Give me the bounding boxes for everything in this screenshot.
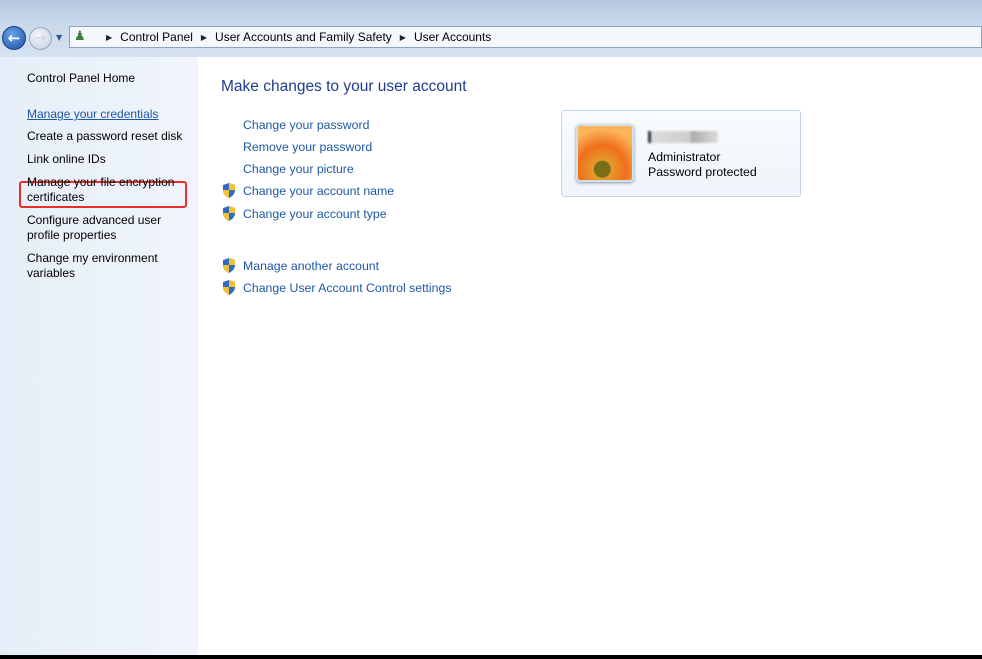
back-button[interactable]: ← (2, 26, 26, 50)
recent-pages-dropdown[interactable]: ▼ (56, 33, 62, 42)
uac-shield-icon (223, 280, 235, 295)
account-name-blurred (648, 131, 718, 146)
page-title: Make changes to your user account (221, 78, 467, 95)
change-picture-link[interactable]: Change your picture (243, 162, 354, 176)
account-status: Password protected (648, 165, 757, 179)
change-account-name-link[interactable]: Change your account name (243, 184, 394, 198)
address-bar[interactable]: ♟ ▶ Control Panel ▶ User Accounts and Fa… (69, 26, 982, 48)
chevron-right-icon[interactable]: ▶ (400, 33, 406, 42)
sidebar-link-online-ids[interactable]: Link online IDs (27, 152, 192, 167)
breadcrumb-user-accounts[interactable]: User Accounts (414, 30, 491, 44)
uac-shield-icon (223, 258, 235, 273)
chevron-right-icon[interactable]: ▶ (106, 33, 112, 42)
forward-button[interactable]: → (29, 27, 52, 50)
breadcrumb-user-accounts-family-safety[interactable]: User Accounts and Family Safety (215, 30, 392, 44)
remove-password-link[interactable]: Remove your password (243, 140, 372, 154)
manage-another-account-link[interactable]: Manage another account (243, 259, 379, 273)
sidebar-file-encryption[interactable]: Manage your file encryption certificates (27, 175, 187, 205)
sidebar-manage-credentials[interactable]: Manage your credentials (27, 107, 192, 122)
account-role: Administrator (648, 150, 721, 164)
user-accounts-icon: ♟ (74, 29, 86, 44)
uac-shield-icon (223, 183, 235, 198)
bottom-border (0, 655, 982, 659)
breadcrumb-control-panel[interactable]: Control Panel (120, 30, 193, 44)
sidebar: Control Panel Home Manage your credentia… (0, 57, 198, 655)
sidebar-create-password-reset-disk[interactable]: Create a password reset disk (27, 129, 192, 144)
main-content: Make changes to your user account Change… (198, 57, 982, 655)
sidebar-advanced-profile[interactable]: Configure advanced user profile properti… (27, 213, 167, 243)
account-picture (576, 124, 634, 182)
account-card: Administrator Password protected (561, 110, 801, 197)
window-toolbar: ← → ▼ ♟ ▶ Control Panel ▶ User Accounts … (0, 0, 982, 57)
change-account-type-link[interactable]: Change your account type (243, 207, 387, 221)
uac-shield-icon (223, 206, 235, 221)
chevron-right-icon[interactable]: ▶ (201, 33, 207, 42)
sidebar-control-panel-home[interactable]: Control Panel Home (27, 71, 192, 86)
uac-settings-link[interactable]: Change User Account Control settings (243, 281, 451, 295)
change-password-link[interactable]: Change your password (243, 118, 369, 132)
sidebar-environment-variables[interactable]: Change my environment variables (27, 251, 167, 281)
